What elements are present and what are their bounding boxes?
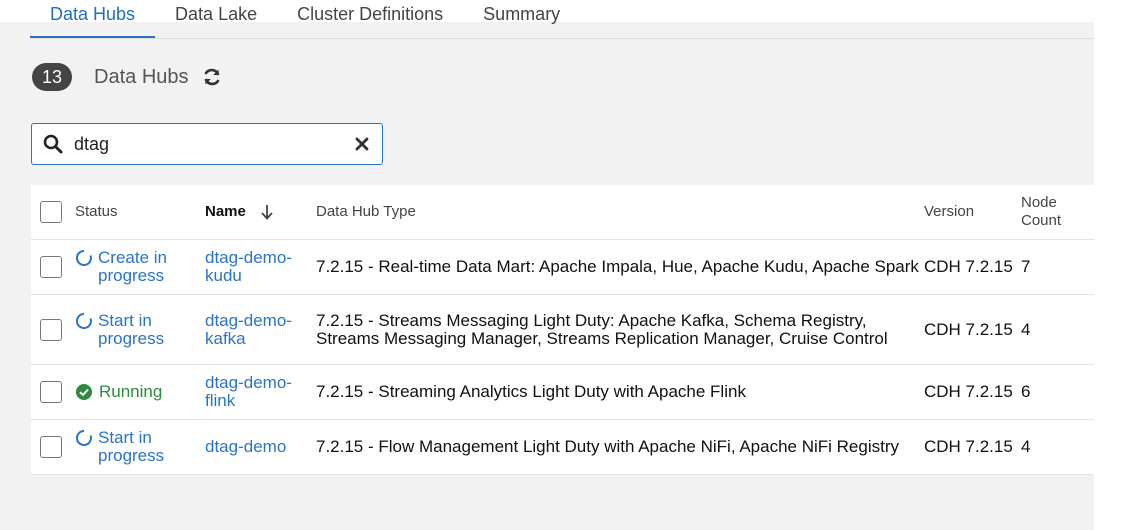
row-select-cell: [31, 436, 75, 458]
hub-name-link[interactable]: dtag-demo-flink: [205, 374, 316, 410]
table-row: Start in progress dtag-demo-kafka 7.2.15…: [31, 295, 1094, 365]
version-text: CDH 7.2.15: [924, 257, 1013, 276]
column-header-version[interactable]: Version: [924, 203, 1021, 221]
node-count-text: 4: [1021, 319, 1031, 339]
tab-data-hubs[interactable]: Data Hubs: [30, 0, 156, 38]
search-box: [31, 123, 383, 165]
row-select-cell: [31, 318, 75, 341]
hub-type-text: 7.2.15 - Real-time Data Mart: Apache Imp…: [316, 257, 919, 276]
tab-data-lake[interactable]: Data Lake: [155, 0, 277, 38]
version-text: CDH 7.2.15: [924, 319, 1013, 339]
version-text: CDH 7.2.15: [924, 437, 1013, 456]
row-checkbox[interactable]: [40, 436, 62, 458]
sort-descending-icon[interactable]: [260, 204, 274, 220]
refresh-icon[interactable]: [201, 66, 223, 88]
column-header-type[interactable]: Data Hub Type: [316, 203, 924, 221]
status-text: Start in progress: [98, 310, 165, 348]
status-running: Running: [75, 383, 205, 401]
progress-icon: [75, 249, 93, 267]
status-text: Running: [99, 382, 163, 401]
select-all-cell: [31, 201, 75, 223]
hub-type-text: 7.2.15 - Streams Messaging Light Duty: A…: [316, 310, 888, 348]
search-icon: [42, 133, 64, 155]
row-select-cell: [31, 381, 75, 403]
progress-icon: [75, 312, 93, 330]
data-hubs-header: 13 Data Hubs: [32, 62, 223, 92]
count-badge: 13: [32, 63, 73, 91]
table-header-row: Status Name Data Hub Type Version Node C…: [31, 185, 1094, 240]
select-all-checkbox[interactable]: [40, 201, 62, 223]
tab-cluster-definitions[interactable]: Cluster Definitions: [277, 0, 463, 38]
tab-bar: Data Hubs Data Lake Cluster Definitions …: [30, 0, 1094, 38]
search-input[interactable]: [74, 133, 344, 155]
progress-icon: [75, 429, 93, 447]
row-select-cell: [31, 256, 75, 278]
node-count-text: 6: [1021, 382, 1031, 401]
hub-type-text: 7.2.15 - Streaming Analytics Light Duty …: [316, 382, 746, 401]
page-title: Data Hubs: [94, 65, 189, 88]
check-circle-icon: [75, 383, 93, 401]
tab-summary[interactable]: Summary: [463, 0, 580, 38]
table-row: Create in progress dtag-demo-kudu 7.2.15…: [31, 240, 1094, 295]
hub-type-text: 7.2.15 - Flow Management Light Duty with…: [316, 437, 899, 456]
data-hubs-table: Status Name Data Hub Type Version Node C…: [31, 185, 1094, 475]
hub-name-link[interactable]: dtag-demo-kafka: [205, 311, 316, 348]
hub-name-link[interactable]: dtag-demo: [205, 438, 316, 456]
status-link[interactable]: Start in progress: [75, 310, 205, 348]
status-cell: Running: [75, 383, 205, 401]
hub-name-link[interactable]: dtag-demo-kudu: [205, 249, 316, 285]
version-text: CDH 7.2.15: [924, 382, 1013, 401]
status-link[interactable]: Create in progress: [75, 249, 205, 285]
row-checkbox[interactable]: [40, 256, 62, 278]
row-checkbox[interactable]: [40, 318, 62, 341]
status-text: Start in progress: [98, 428, 165, 465]
node-count-text: 4: [1021, 437, 1031, 456]
column-header-name-label: Name: [205, 203, 246, 220]
table-row: Running dtag-demo-flink 7.2.15 - Streami…: [31, 365, 1094, 420]
column-header-node-count[interactable]: Node Count: [1021, 194, 1091, 230]
status-cell: Create in progress: [75, 249, 205, 285]
table-row: Start in progress dtag-demo 7.2.15 - Flo…: [31, 420, 1094, 475]
tab-divider: [30, 38, 1094, 39]
status-link[interactable]: Start in progress: [75, 429, 205, 465]
row-checkbox[interactable]: [40, 381, 62, 403]
clear-icon[interactable]: [352, 134, 372, 154]
column-header-status[interactable]: Status: [75, 203, 205, 221]
status-cell: Start in progress: [75, 310, 205, 348]
status-text: Create in progress: [98, 248, 167, 285]
node-count-text: 7: [1021, 257, 1031, 276]
status-cell: Start in progress: [75, 429, 205, 465]
column-header-name[interactable]: Name: [205, 203, 316, 221]
